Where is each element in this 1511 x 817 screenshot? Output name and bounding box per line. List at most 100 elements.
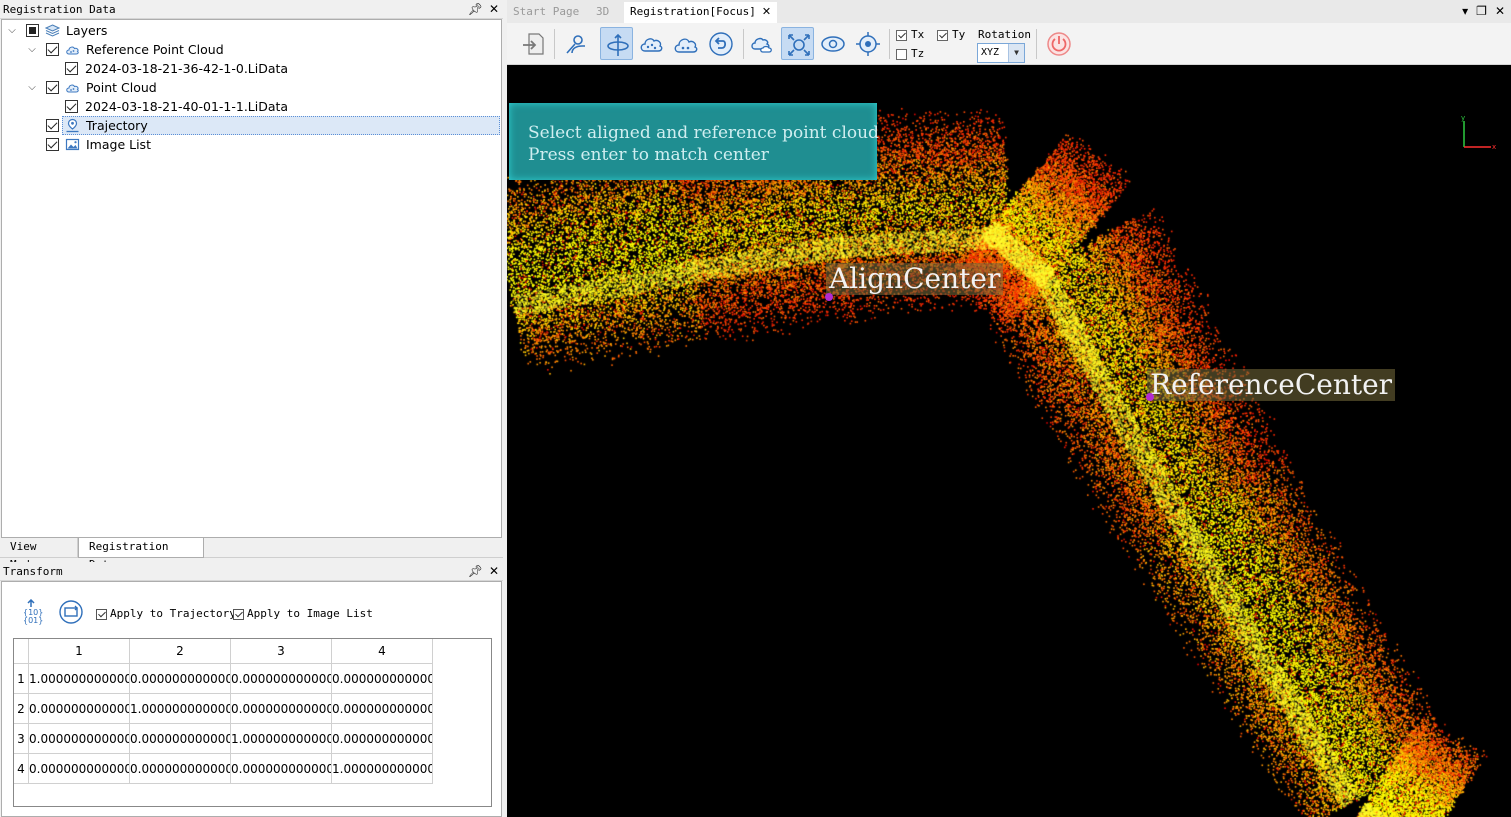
cloud-points-icon	[640, 38, 663, 52]
undo-button[interactable]	[704, 27, 737, 60]
matrix-cell[interactable]: 0.000000000000	[130, 724, 231, 754]
view-button[interactable]	[816, 27, 849, 60]
center-target-button[interactable]	[851, 27, 884, 60]
checkbox-box[interactable]	[896, 48, 907, 60]
matrix-cell[interactable]: 0.000000000000	[130, 664, 231, 694]
pick-point-button[interactable]	[559, 27, 592, 60]
close-tab-icon[interactable]: ✕	[762, 5, 771, 18]
matrix-cell[interactable]: 1.000000000000	[29, 664, 130, 694]
point-cloud-viewport[interactable]: Select aligned and reference point cloud…	[507, 65, 1511, 817]
pin-icon[interactable]: 📌︎	[468, 564, 483, 578]
matrix-cell[interactable]: 1.000000000000	[332, 754, 433, 784]
image-list-checkbox[interactable]	[46, 138, 59, 151]
matrix-row-header[interactable]: 4	[14, 754, 29, 784]
matrix-cell[interactable]: 0.000000000000	[332, 664, 433, 694]
matrix-column-header[interactable]: 3	[231, 639, 332, 664]
cloud-match-button[interactable]	[669, 27, 702, 60]
align-center-marker[interactable]	[825, 293, 833, 301]
apply-image-list-checkbox[interactable]: Apply to Image List	[233, 607, 373, 621]
apply-trajectory-label: Apply to Trajectory	[110, 607, 236, 620]
axis-gizmo-icon: y x	[1461, 115, 1496, 151]
reference-cloud-checkbox[interactable]	[46, 43, 59, 56]
reset-icon	[59, 600, 83, 624]
matrix-cell[interactable]: 1.000000000000	[130, 694, 231, 724]
rotation-label: Rotation	[978, 28, 1031, 41]
chevron-down-icon[interactable]: ⌵	[26, 78, 38, 97]
rotation-select[interactable]: XYZ ▼	[977, 43, 1025, 63]
dropdown-arrow-icon[interactable]: ▾	[1462, 4, 1468, 18]
axis-y-label: y	[1461, 115, 1465, 122]
document-tabs: Start Page 3D Registration[Focus] ✕ ▾ ❐ ✕	[507, 0, 1511, 23]
pin-icon[interactable]: 📌︎	[468, 2, 483, 16]
ty-checkbox[interactable]: Ty	[937, 28, 965, 42]
restore-icon[interactable]: ❐	[1476, 4, 1487, 18]
toolbar-separator	[1036, 29, 1037, 59]
tree-row-reference-file[interactable]: 2024-03-18-21-36-42-1-0.LiData	[2, 59, 501, 78]
reference-file-label: 2024-03-18-21-36-42-1-0.LiData	[85, 61, 289, 76]
reference-file-checkbox[interactable]	[65, 62, 78, 75]
tree-row-point-cloud[interactable]: ⌵ Point Cloud	[2, 78, 501, 97]
tree-row-image-list[interactable]: Image List	[2, 135, 501, 154]
matrix-cell[interactable]: 0.000000000000	[332, 694, 433, 724]
matrix-cell[interactable]: 0.000000000000	[231, 694, 332, 724]
matrix-corner[interactable]	[14, 639, 29, 664]
matrix-row-header[interactable]: 1	[14, 664, 29, 694]
tab-start-page[interactable]: Start Page	[507, 2, 585, 23]
map-pin-icon	[66, 118, 79, 133]
tab-3d[interactable]: 3D	[590, 2, 615, 23]
matrix-cell[interactable]: 0.000000000000	[231, 754, 332, 784]
reference-center-marker[interactable]	[1146, 393, 1154, 401]
chevron-down-icon[interactable]: ⌵	[6, 21, 18, 40]
trajectory-checkbox[interactable]	[46, 119, 59, 132]
import-matrix-button[interactable]: {10} {01}	[18, 598, 44, 625]
power-icon	[1047, 32, 1071, 56]
fit-view-button[interactable]	[781, 27, 814, 60]
tab-registration-data[interactable]: Registration Data	[78, 538, 204, 571]
layers-checkbox[interactable]	[26, 24, 39, 37]
reset-transform-button[interactable]	[58, 599, 84, 625]
toolbar-separator	[554, 29, 555, 59]
file-import-icon	[523, 33, 544, 55]
tx-checkbox[interactable]: Tx	[896, 28, 924, 42]
close-icon[interactable]: ✕	[1495, 4, 1505, 18]
matrix-cell[interactable]: 0.000000000000	[29, 754, 130, 784]
point-cloud-checkbox[interactable]	[46, 81, 59, 94]
close-icon[interactable]: ✕	[489, 2, 499, 16]
chevron-down-icon[interactable]: ⌵	[26, 40, 38, 59]
checkbox-box[interactable]	[937, 29, 948, 41]
tree-row-point-cloud-file[interactable]: 2024-03-18-21-40-01-1-1.LiData	[2, 97, 501, 116]
matrix-cell[interactable]: 0.000000000000	[332, 724, 433, 754]
import-button[interactable]	[517, 27, 550, 60]
tz-checkbox[interactable]: Tz	[896, 47, 924, 61]
tree-row-reference-point-cloud[interactable]: ⌵ Reference Point Cloud	[2, 40, 501, 59]
cloud-points-button[interactable]	[635, 27, 668, 60]
checkbox-box[interactable]	[96, 608, 107, 620]
matrix-cell[interactable]: 0.000000000000	[29, 724, 130, 754]
close-icon[interactable]: ✕	[489, 564, 499, 578]
transform-matrix-table: 1 2 3 4 1 1.000000000000 0.000000000000 0.00000…	[13, 638, 492, 807]
matrix-row-header[interactable]: 2	[14, 694, 29, 724]
point-cloud-file-checkbox[interactable]	[65, 100, 78, 113]
matrix-cell[interactable]: 0.000000000000	[130, 754, 231, 784]
apply-trajectory-checkbox[interactable]: Apply to Trajectory	[96, 607, 236, 621]
checkbox-box[interactable]	[896, 29, 907, 41]
matrix-cell[interactable]: 0.000000000000	[29, 694, 130, 724]
matrix-row-header[interactable]: 3	[14, 724, 29, 754]
checkbox-box[interactable]	[233, 608, 244, 620]
power-button[interactable]	[1042, 27, 1075, 60]
tab-view-mode[interactable]: View Mode	[0, 538, 78, 571]
transform-panel: {10} {01} Apply to Trajectory Apply to I…	[1, 581, 502, 817]
cloud-pair-button[interactable]	[746, 27, 779, 60]
tree-row-layers[interactable]: ⌵ Layers	[2, 21, 501, 40]
tree-row-trajectory[interactable]: Trajectory	[2, 116, 501, 135]
matrix-cell[interactable]: 0.000000000000	[231, 664, 332, 694]
matrix-cell[interactable]: 1.000000000000	[231, 724, 332, 754]
eye-icon	[821, 36, 845, 52]
matrix-column-header[interactable]: 2	[130, 639, 231, 664]
registration-toolbar: Tx Ty Tz Rotation XYZ ▼	[507, 23, 1511, 65]
tab-registration-focus[interactable]: Registration[Focus] ✕	[624, 2, 778, 23]
cloud-icon	[66, 46, 79, 55]
matrix-column-header[interactable]: 1	[29, 639, 130, 664]
rotate-button[interactable]	[600, 27, 633, 60]
matrix-column-header[interactable]: 4	[332, 639, 433, 664]
